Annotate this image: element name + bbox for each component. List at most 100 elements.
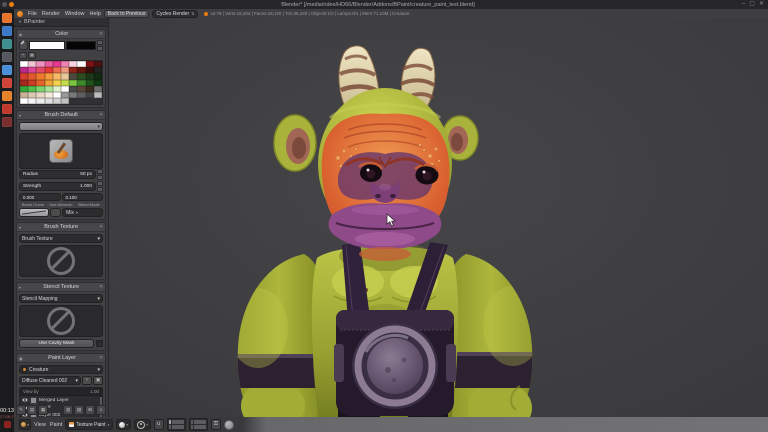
object-dropdown[interactable]: Creature ▾: [19, 365, 103, 375]
blender-logo-icon[interactable]: [17, 10, 23, 17]
radius-slider[interactable]: Radius 50 px: [19, 170, 96, 180]
menu-file[interactable]: File: [28, 11, 37, 17]
close-icon[interactable]: ✕: [99, 224, 103, 230]
eyedropper-icon[interactable]: [19, 41, 28, 50]
foreground-color-swatch[interactable]: [29, 41, 65, 50]
paint-layer-header[interactable]: ▣ Paint Layer ✕: [17, 354, 105, 364]
palette-swatch[interactable]: [20, 98, 29, 105]
use-cavity-mask-button[interactable]: Use Cavity Mask: [19, 339, 94, 349]
window-menu-icon[interactable]: [2, 2, 7, 7]
channel-dropdown[interactable]: Diffuse Cleaned 002 ▾: [19, 376, 81, 386]
palette-swatch[interactable]: [44, 98, 53, 105]
settings-gear-icon[interactable]: [2, 65, 12, 75]
record-icon[interactable]: [3, 421, 11, 428]
palette-swatch[interactable]: [60, 98, 70, 105]
palette-swatch[interactable]: [28, 98, 37, 105]
airbrush-toggle[interactable]: [50, 208, 62, 218]
chevron-down-icon: ▼: [18, 19, 22, 24]
footer-opt4-button[interactable]: ≡: [96, 405, 106, 415]
app-maroon-icon[interactable]: [2, 117, 12, 127]
matcap-sphere-icon[interactable]: [223, 419, 234, 430]
viewport-menu-view[interactable]: View: [34, 422, 46, 428]
menu-help[interactable]: Help: [89, 11, 100, 17]
collapse-arrow-icon[interactable]: ▾: [19, 225, 21, 230]
palette-swatch[interactable]: [36, 98, 45, 105]
stencil-mapping-dropdown[interactable]: Stencil Mapping ▾: [19, 294, 103, 304]
close-icon[interactable]: ✕: [99, 31, 103, 37]
pin-icon[interactable]: ◆: [19, 32, 22, 37]
minimize-button[interactable]: –: [742, 0, 745, 9]
brush-thumbnail[interactable]: [19, 133, 103, 170]
palette-swatch[interactable]: [52, 98, 61, 105]
close-button[interactable]: ✕: [759, 0, 764, 9]
palette-swatch[interactable]: [69, 91, 78, 99]
no-texture-icon: [47, 307, 75, 336]
layer-row[interactable]: Merged Layer: [20, 396, 102, 404]
3d-viewport[interactable]: [108, 18, 768, 417]
brush-texture-dropdown[interactable]: Brush Texture ▾: [19, 234, 103, 244]
footer-opt2-button[interactable]: ▧: [74, 405, 84, 415]
snap-magnet-toggle[interactable]: ∪: [153, 419, 164, 430]
layer-list-header[interactable]: View by 1.00: [20, 388, 102, 397]
color-panel-header[interactable]: ◆ Color ✕: [17, 30, 105, 39]
brush-texture-header[interactable]: ▾ Brush Texture ✕: [17, 223, 105, 233]
jitter-slider[interactable]: 0.000: [19, 193, 61, 202]
back-to-previous-button[interactable]: Back to Previous: [103, 9, 150, 18]
footer-opt1-button[interactable]: ▥: [63, 405, 73, 415]
editor-type-dropdown[interactable]: ▾: [19, 419, 31, 430]
mode-dropdown[interactable]: Texture Paint ▾: [65, 419, 114, 430]
brush-texture-thumbnail[interactable]: [19, 245, 103, 278]
menu-window[interactable]: Window: [65, 11, 85, 17]
background-color-swatch[interactable]: [66, 41, 96, 50]
render-engine-dropdown[interactable]: Cycles Render ⇅: [152, 9, 199, 18]
shading-dropdown[interactable]: ▾: [116, 419, 132, 430]
lock-icon[interactable]: ⚿: [210, 419, 221, 430]
app-orange-p-icon[interactable]: [2, 91, 12, 101]
add-palette-color-button[interactable]: +: [19, 52, 27, 59]
app-teal-icon[interactable]: [2, 39, 12, 49]
chrome-icon[interactable]: [2, 78, 12, 88]
add-channel-button[interactable]: +: [82, 376, 92, 386]
stencil-header[interactable]: ▾ Stencil Texture ✕: [17, 283, 105, 293]
collapse-arrow-icon[interactable]: ▾: [19, 285, 21, 290]
palette-swatch[interactable]: [85, 91, 94, 99]
brush-panel-header[interactable]: ▾ Brush Default ✕: [17, 111, 105, 121]
close-icon[interactable]: ✕: [99, 112, 103, 118]
cavity-checkbox[interactable]: [96, 340, 103, 348]
app-gray-icon[interactable]: [2, 52, 12, 62]
blend-mode-dropdown[interactable]: Mix ▾: [62, 208, 103, 218]
palette-swatch[interactable]: [93, 91, 102, 99]
maximize-button[interactable]: ▢: [749, 0, 755, 9]
footer-mask-button[interactable]: ▦: [38, 405, 48, 415]
view-by-label: View by: [23, 389, 39, 395]
chevron-down-icon: ▾: [126, 422, 129, 427]
close-icon[interactable]: ✕: [99, 355, 103, 361]
scene-layers-widget[interactable]: [166, 418, 186, 431]
eye-icon[interactable]: [22, 398, 28, 403]
swap-colors-buttons[interactable]: [97, 40, 103, 51]
scene-layers-widget-2[interactable]: [188, 418, 208, 431]
footer-fill-button[interactable]: ▤: [27, 405, 37, 415]
stencil-title: Stencil Texture: [43, 284, 80, 291]
app-red-icon[interactable]: [2, 104, 12, 114]
brush-curve-button[interactable]: [19, 208, 50, 218]
spacing-slider[interactable]: 0.100: [61, 193, 103, 202]
strength-slider[interactable]: Strength 1.000: [19, 182, 96, 192]
firefox-icon[interactable]: [2, 13, 12, 23]
collapse-arrow-icon[interactable]: ▾: [19, 113, 21, 118]
stencil-thumbnail[interactable]: [19, 305, 103, 338]
close-icon[interactable]: ✕: [99, 284, 103, 290]
radius-pressure-toggle[interactable]: [97, 169, 103, 181]
channel-image-button[interactable]: ▣: [93, 376, 103, 386]
palette-swatch[interactable]: [77, 91, 86, 99]
footer-brush-button[interactable]: ✎: [16, 405, 26, 415]
brush-preset-dropdown[interactable]: ▾: [19, 122, 103, 132]
pivot-dropdown[interactable]: ▾: [134, 419, 151, 430]
strength-pressure-toggle[interactable]: [97, 181, 103, 193]
viewport-menu-paint[interactable]: Paint: [50, 422, 63, 428]
menu-render[interactable]: Render: [42, 11, 60, 17]
app-blue-icon[interactable]: [2, 26, 12, 36]
palette-options-button[interactable]: ▦: [28, 52, 36, 59]
footer-opt3-button[interactable]: ⊞: [85, 405, 95, 415]
tab-bpainter[interactable]: ▼ BPainter: [14, 18, 108, 27]
